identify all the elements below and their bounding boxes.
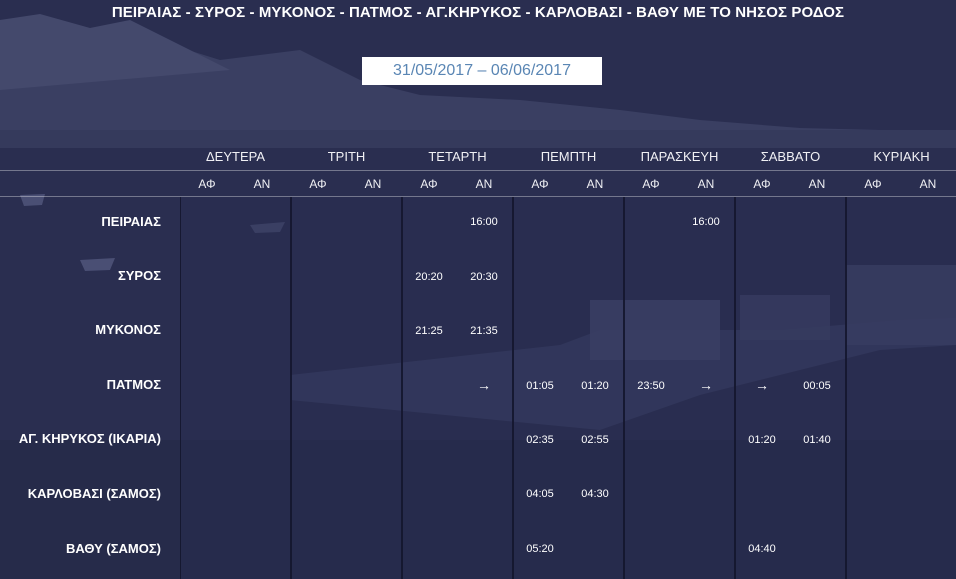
route-title: ΠΕΙΡΑΙΑΣ - ΣΥΡΟΣ - ΜΥΚΟΝΟΣ - ΠΑΤΜΟΣ - ΑΓ… bbox=[111, 4, 845, 21]
departure-header: ΑΦ bbox=[864, 177, 882, 191]
arrival-header: ΑΝ bbox=[364, 177, 382, 191]
time-cell: 01:05 bbox=[526, 380, 554, 392]
time-cell: 02:35 bbox=[526, 434, 554, 446]
time-cell: 04:30 bbox=[581, 488, 609, 500]
arrival-header: ΑΝ bbox=[586, 177, 604, 191]
departure-header: ΑΦ bbox=[198, 177, 216, 191]
arrival-header: ΑΝ bbox=[475, 177, 493, 191]
departure-header: ΑΦ bbox=[531, 177, 549, 191]
time-cell: 04:05 bbox=[526, 488, 554, 500]
time-cell: 01:40 bbox=[803, 434, 831, 446]
date-range-selector[interactable]: 31/05/2017 – 06/06/2017 bbox=[362, 57, 602, 85]
day-column-monday bbox=[180, 197, 291, 579]
arrival-header: ΑΝ bbox=[253, 177, 271, 191]
day-header-tuesday: ΤΡΙΤΗ bbox=[327, 149, 366, 164]
day-header-saturday: ΣΑΒΒΑΤΟ bbox=[760, 149, 821, 164]
departure-header: ΑΦ bbox=[420, 177, 438, 191]
arrival-header: ΑΝ bbox=[919, 177, 937, 191]
day-header-thursday: ΠΕΜΠΤΗ bbox=[540, 149, 597, 164]
time-cell: 00:05 bbox=[803, 380, 831, 392]
time-cell: 01:20 bbox=[748, 434, 776, 446]
port-label-mykonos: ΜΥΚΟΝΟΣ bbox=[95, 322, 161, 337]
day-column-sunday bbox=[846, 197, 956, 579]
time-cell: 16:00 bbox=[692, 216, 720, 228]
time-cell: 20:20 bbox=[415, 271, 443, 283]
port-label-syros: ΣΥΡΟΣ bbox=[117, 268, 161, 283]
day-column-tuesday bbox=[291, 197, 402, 579]
time-cell: 21:25 bbox=[415, 325, 443, 337]
time-cell: 16:00 bbox=[470, 216, 498, 228]
departure-header: ΑΦ bbox=[753, 177, 771, 191]
arrival-header: ΑΝ bbox=[697, 177, 715, 191]
departure-header: ΑΦ bbox=[642, 177, 660, 191]
continues-arrow: → bbox=[477, 377, 491, 393]
day-header-monday: ΔΕΥΤΕΡΑ bbox=[205, 149, 265, 164]
port-label-piraeus: ΠΕΙΡΑΙΑΣ bbox=[101, 214, 161, 229]
port-label-karlovasi: ΚΑΡΛΟΒΑΣΙ (ΣΑΜΟΣ) bbox=[27, 486, 161, 501]
time-cell: 21:35 bbox=[470, 325, 498, 337]
time-cell: 01:20 bbox=[581, 380, 609, 392]
time-cell: 05:20 bbox=[526, 543, 554, 555]
time-cell: 20:30 bbox=[470, 271, 498, 283]
day-header-sunday: ΚΥΡΙΑΚΗ bbox=[873, 149, 930, 164]
port-label-agios-kirykos: ΑΓ. ΚΗΡΥΚΟΣ (ΙΚΑΡΙΑ) bbox=[18, 431, 161, 446]
continues-arrow: → bbox=[699, 377, 713, 393]
time-cell: 02:55 bbox=[581, 434, 609, 446]
port-label-vathy: ΒΑΘΥ (ΣΑΜΟΣ) bbox=[65, 541, 161, 556]
port-label-patmos: ΠΑΤΜΟΣ bbox=[106, 377, 161, 392]
time-cell: 23:50 bbox=[637, 380, 665, 392]
day-header-friday: ΠΑΡΑΣΚΕΥΗ bbox=[640, 149, 719, 164]
arrival-header: ΑΝ bbox=[808, 177, 826, 191]
day-header-wednesday: ΤΕΤΑΡΤΗ bbox=[428, 149, 487, 164]
continues-arrow: → bbox=[755, 377, 769, 393]
time-cell: 04:40 bbox=[748, 543, 776, 555]
header-divider bbox=[0, 170, 956, 171]
departure-header: ΑΦ bbox=[309, 177, 327, 191]
